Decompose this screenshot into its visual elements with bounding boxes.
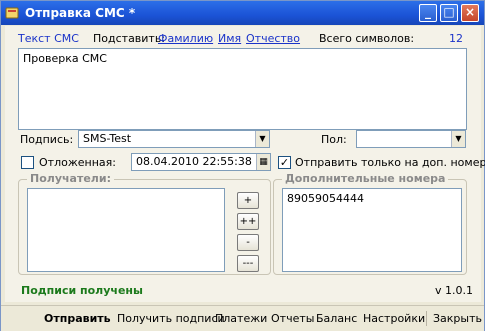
add-recipient-button[interactable]: + [237,192,259,209]
add-all-recipients-button[interactable]: ++ [237,213,259,230]
gender-select[interactable]: ▼ [356,130,466,148]
delayed-label: Отложенная: [39,156,116,169]
insert-firstname-link[interactable]: Имя [218,32,241,45]
send-button[interactable]: Отправить [44,312,111,325]
extra-only-label: Отправить только на доп. номера [295,156,485,169]
minimize-button[interactable]: _ [419,4,437,22]
sms-window: Отправка СМС * _ □ × Текст СМС Подставит… [0,0,485,331]
chevron-down-icon[interactable]: ▼ [451,131,465,147]
additional-numbers-group: Дополнительные номера 89059054444 [273,172,467,275]
insert-lastname-link[interactable]: Фамилию [158,32,213,45]
recipients-list[interactable] [27,188,225,272]
char-count-label: Всего символов: [319,32,415,45]
status-text: Подписи получены [21,284,143,297]
char-count-value: 12 [449,32,463,45]
signature-label: Подпись: [20,133,74,146]
additional-numbers-textarea[interactable]: 89059054444 [282,188,462,272]
title-bar[interactable]: Отправка СМС * _ □ × [1,1,484,25]
close-button[interactable]: Закрыть [433,312,482,325]
close-window-button[interactable]: × [461,4,479,22]
delayed-checkbox[interactable] [21,156,34,169]
signature-value: SMS-Test [83,132,132,145]
maximize-button[interactable]: □ [440,4,458,22]
chevron-down-icon[interactable]: ▼ [255,131,269,147]
recipients-legend: Получатели: [27,172,114,185]
remove-all-recipients-button[interactable]: --- [237,255,259,272]
payments-button[interactable]: Платежи [215,312,267,325]
window-title: Отправка СМС * [25,6,136,20]
reports-button[interactable]: Отчеты [271,312,314,325]
insert-label: Подставить: [93,32,166,45]
sms-text-label: Текст СМС [18,32,79,45]
extra-only-checkbox[interactable]: ✓ [278,156,291,169]
delayed-datetime-field[interactable]: 08.04.2010 22:55:38 ▦ [131,153,271,171]
additional-numbers-legend: Дополнительные номера [282,172,449,185]
get-signatures-button[interactable]: Получить подписи [117,312,225,325]
app-icon [5,7,19,19]
footer-toolbar: Отправить Получить подписи Платежи Отчет… [1,305,484,331]
settings-button[interactable]: Настройки [363,312,425,325]
delayed-datetime-value: 08.04.2010 22:55:38 [136,155,252,168]
gender-label: Пол: [321,133,347,146]
version-label: v 1.0.1 [435,284,473,297]
form-body: Текст СМС Подставить: Фамилию Имя Отчест… [5,26,485,302]
insert-patronymic-link[interactable]: Отчество [246,32,300,45]
message-textarea[interactable]: Проверка СМС [18,48,467,130]
calendar-icon[interactable]: ▦ [256,154,270,170]
footer-separator [426,311,427,326]
recipients-group: Получатели: + ++ - --- [18,172,271,275]
remove-recipient-button[interactable]: - [237,234,259,251]
balance-button[interactable]: Баланс [316,312,357,325]
signature-select[interactable]: SMS-Test ▼ [78,130,270,148]
